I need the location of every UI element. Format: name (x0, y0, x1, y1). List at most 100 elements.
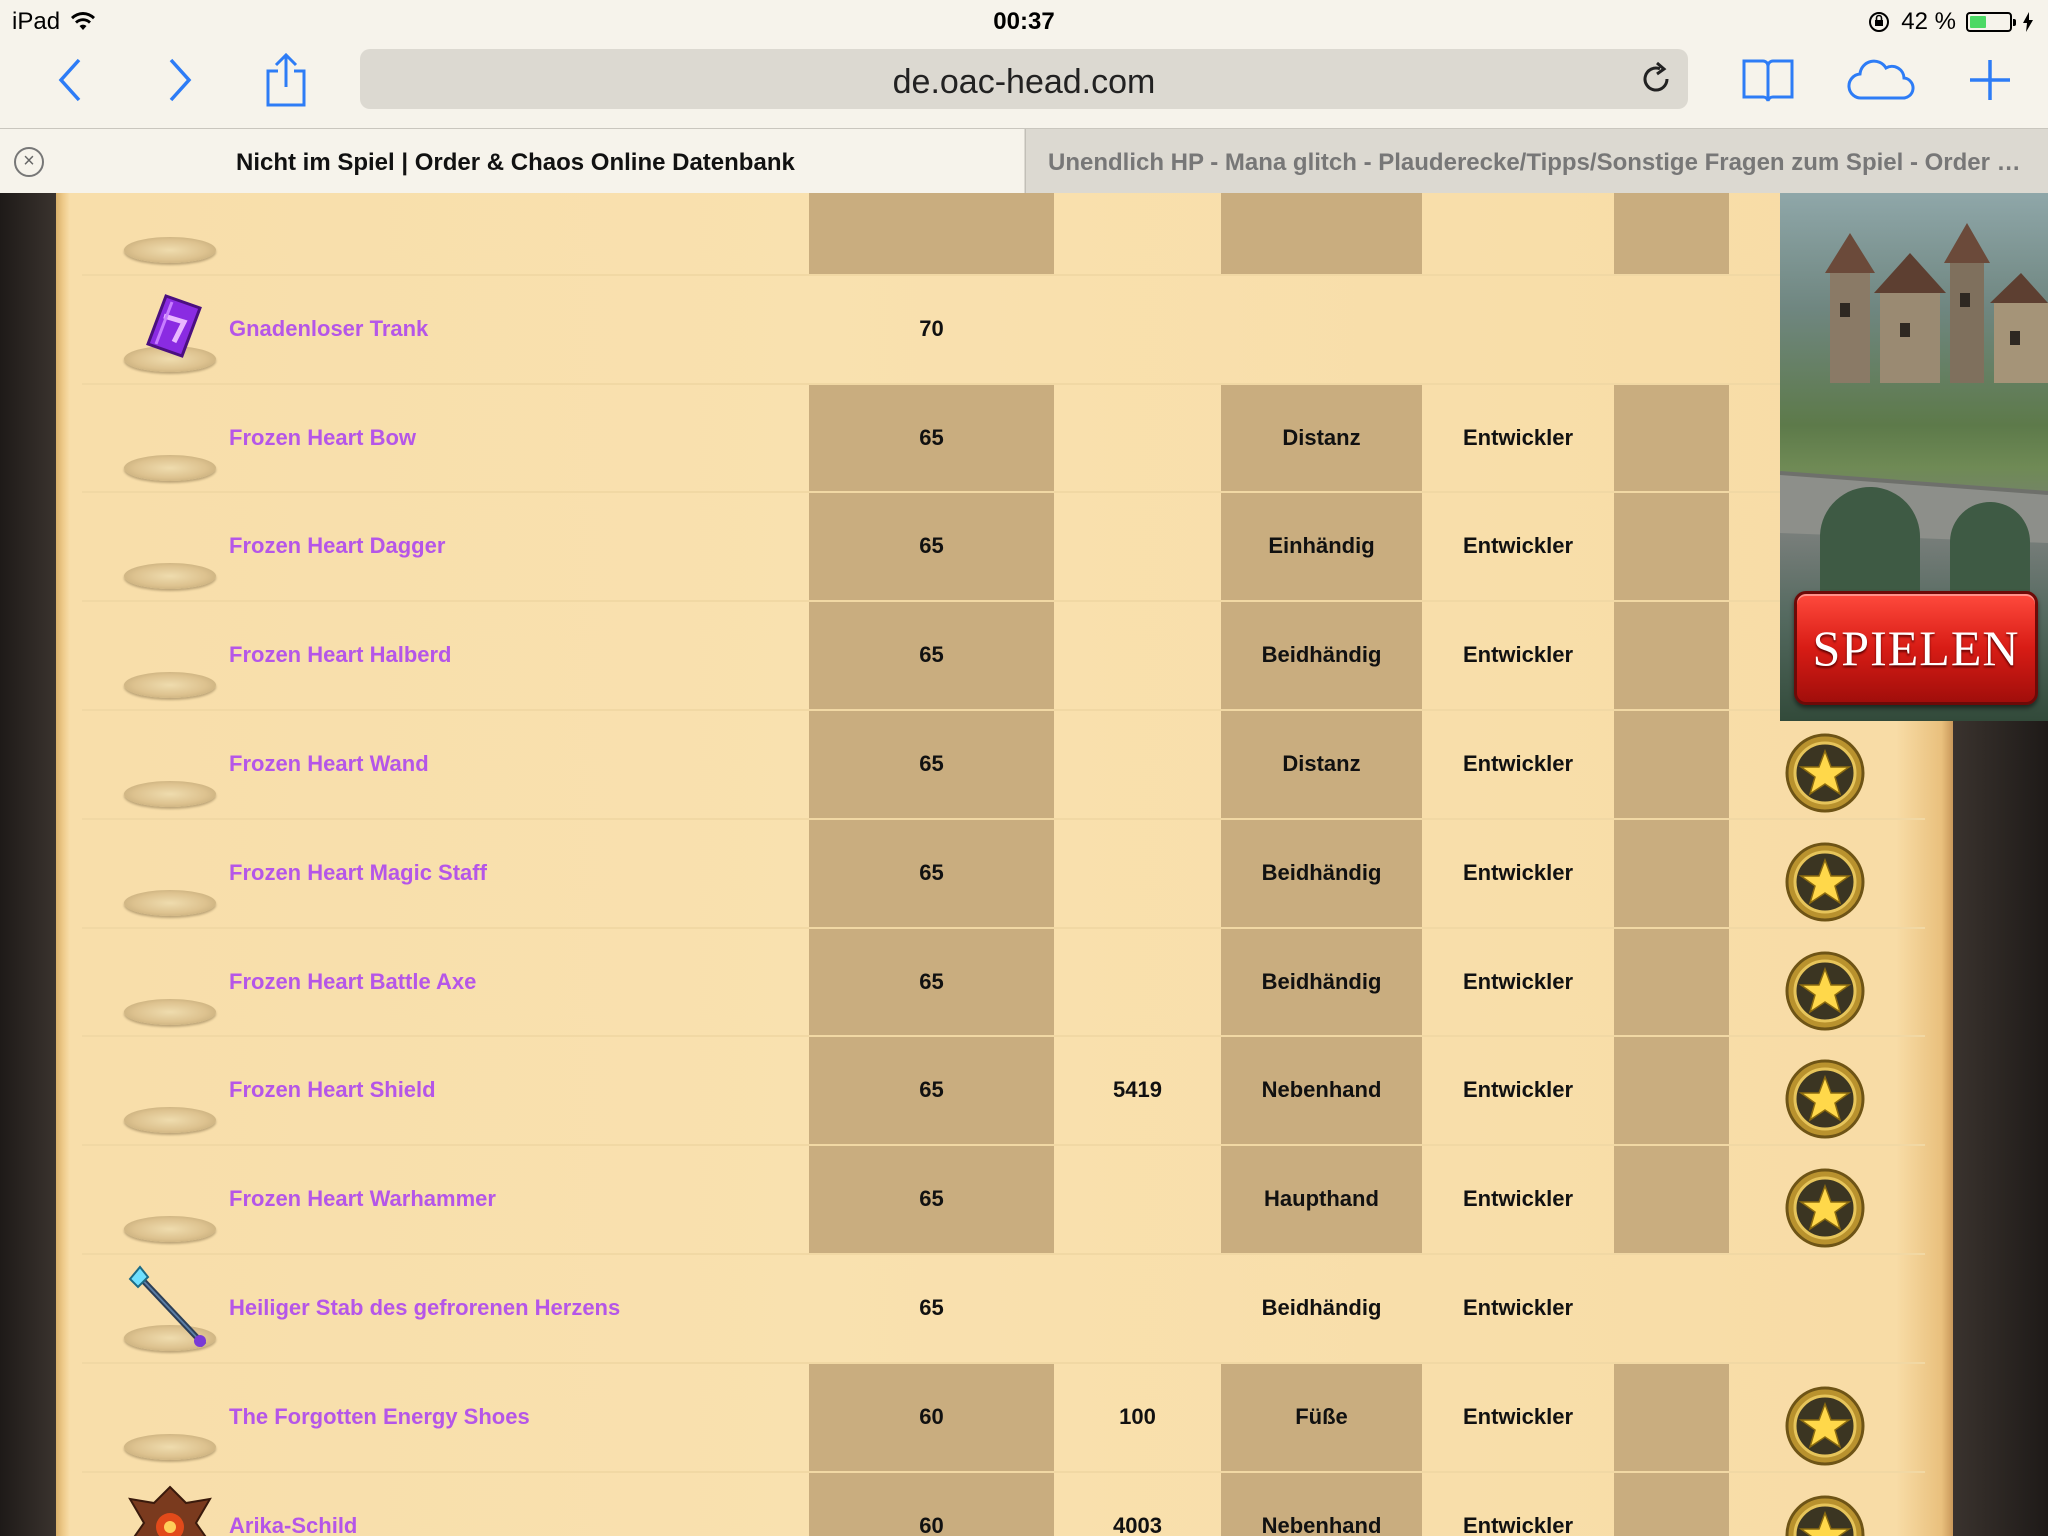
item-type: Haupthand (1264, 1186, 1379, 1212)
chevron-left-icon (58, 58, 81, 102)
item-pedestal (124, 672, 216, 699)
cloud-icon (1847, 59, 1915, 100)
table-row: Frozen Heart Bow 65 Distanz Entwickler (82, 384, 1925, 494)
table-row: Frozen Heart Warhammer 65 Haupthand Entwick… (82, 1146, 1925, 1255)
book-icon (1742, 59, 1794, 102)
close-icon[interactable]: × (14, 147, 44, 177)
item-source: Entwickler (1462, 1403, 1574, 1429)
item-type: Beidhändig (1261, 642, 1382, 668)
column-band (1614, 193, 1729, 274)
forward-button[interactable] (150, 48, 210, 112)
tab-bar: × Nicht im Spiel | Order & Chaos Online … (0, 128, 2048, 194)
column-band (1614, 602, 1729, 709)
star-badge-icon (1783, 1493, 1867, 1536)
address-bar[interactable]: de.oac-head.com (360, 49, 1688, 109)
item-level: 65 (919, 1077, 944, 1103)
item-source: Entwickler (1462, 859, 1574, 885)
item-value: 5419 (1113, 1077, 1162, 1103)
share-button[interactable] (256, 48, 316, 112)
item-type: Nebenhand (1261, 1512, 1382, 1536)
item-name-link[interactable]: The Forgotten Energy Shoes (229, 1404, 530, 1430)
item-level: 65 (919, 968, 944, 994)
bookmarks-button[interactable] (1738, 48, 1798, 112)
orientation-lock-icon (1869, 12, 1890, 32)
item-level: 65 (919, 533, 944, 559)
share-icon (266, 53, 306, 107)
status-bar: iPad 00:37 42 % (0, 0, 2048, 42)
new-tab-button[interactable] (1960, 48, 2020, 112)
table-row: Frozen Heart Halberd 65 Beidhändig Entwickl… (82, 602, 1925, 711)
item-type: Füße (1295, 1403, 1348, 1429)
castle-illustration (1825, 223, 2048, 383)
item-name-link[interactable]: Gnadenloser Trank (229, 316, 428, 342)
tab-active[interactable]: × Nicht im Spiel | Order & Chaos Online … (0, 129, 1024, 194)
item-pedestal (124, 889, 216, 916)
column-band (1614, 1255, 1729, 1362)
play-button[interactable]: SPIELEN (1794, 591, 2038, 705)
item-source: Entwickler (1462, 1294, 1574, 1320)
item-table: Gnadenloser Trank 70 Frozen Heart Bow 65 Dis… (82, 193, 1925, 1536)
dragon-shield-icon[interactable] (126, 1483, 214, 1536)
tab-title: Unendlich HP - Mana glitch - Plauderecke… (1048, 149, 2028, 176)
item-level: 65 (919, 859, 944, 885)
item-name-link[interactable]: Frozen Heart Dagger (229, 533, 445, 559)
item-name-link[interactable]: Frozen Heart Battle Axe (229, 969, 476, 995)
column-band (1614, 493, 1729, 601)
plus-icon (1970, 60, 2010, 100)
charging-bolt-icon (2023, 12, 2033, 32)
item-pedestal (124, 454, 216, 481)
tab-title: Nicht im Spiel | Order & Chaos Online Da… (236, 149, 795, 176)
item-level: 65 (919, 642, 944, 668)
item-level: 65 (919, 1186, 944, 1212)
star-badge-icon (1783, 731, 1867, 815)
item-name-link[interactable]: Frozen Heart Halberd (229, 642, 452, 668)
star-badge-icon (1783, 1384, 1867, 1468)
table-row: Frozen Heart Wand 65 Distanz Entwickler (82, 710, 1925, 820)
item-type: Distanz (1282, 750, 1361, 776)
column-band (1614, 928, 1729, 1036)
star-badge-icon (1783, 1166, 1867, 1250)
page-background (0, 193, 56, 1536)
web-page: Gnadenloser Trank 70 Frozen Heart Bow 65 Dis… (0, 193, 2048, 1536)
item-source: Entwickler (1462, 424, 1574, 450)
item-source: Entwickler (1462, 1077, 1574, 1103)
item-name-link[interactable]: Heiliger Stab des gefrorenen Herzens (229, 1295, 620, 1321)
table-row (82, 193, 1925, 276)
star-badge-icon (1783, 840, 1867, 924)
item-name-link[interactable]: Arika-Schild (229, 1513, 357, 1536)
advertisement-banner[interactable]: SPIELEN (1780, 193, 2048, 721)
icloud-tabs-button[interactable] (1846, 48, 1916, 112)
item-pedestal (124, 1216, 216, 1243)
item-level: 65 (919, 424, 944, 450)
staff-icon[interactable] (126, 1265, 214, 1349)
table-row: The Forgotten Energy Shoes 60 100 Füße Entwi… (82, 1363, 1925, 1473)
item-source: Entwickler (1462, 1186, 1574, 1212)
item-name-link[interactable]: Frozen Heart Wand (229, 751, 429, 777)
column-band (1614, 1037, 1729, 1145)
item-pedestal (124, 1433, 216, 1460)
browser-toolbar: de.oac-head.com (0, 42, 2048, 128)
item-name-link[interactable]: Frozen Heart Warhammer (229, 1186, 496, 1212)
table-row: Gnadenloser Trank 70 (82, 276, 1925, 385)
star-badge-icon (1783, 949, 1867, 1033)
tab-inactive[interactable]: Unendlich HP - Mana glitch - Plauderecke… (1025, 129, 2048, 194)
url-text: de.oac-head.com (892, 63, 1156, 101)
item-name-link[interactable]: Frozen Heart Magic Staff (229, 860, 487, 886)
item-type: Beidhändig (1261, 859, 1382, 885)
column-band (1614, 710, 1729, 818)
table-row: Heiliger Stab des gefrorenen Herzens 65 Be… (82, 1255, 1925, 1364)
chevron-right-icon (169, 58, 192, 102)
back-button[interactable] (40, 48, 100, 112)
item-level: 60 (919, 1512, 944, 1536)
purple-potion-icon[interactable] (126, 286, 214, 370)
column-band (1614, 1363, 1729, 1471)
item-type: Einhändig (1268, 533, 1375, 559)
item-name-link[interactable]: Frozen Heart Shield (229, 1077, 436, 1103)
item-source: Entwickler (1462, 533, 1574, 559)
item-type: Beidhändig (1261, 968, 1382, 994)
reload-icon[interactable] (1638, 61, 1674, 97)
item-name-link[interactable]: Frozen Heart Bow (229, 425, 416, 451)
column-band (1614, 384, 1729, 492)
column-band (1614, 1472, 1729, 1536)
column-band (1614, 1146, 1729, 1253)
